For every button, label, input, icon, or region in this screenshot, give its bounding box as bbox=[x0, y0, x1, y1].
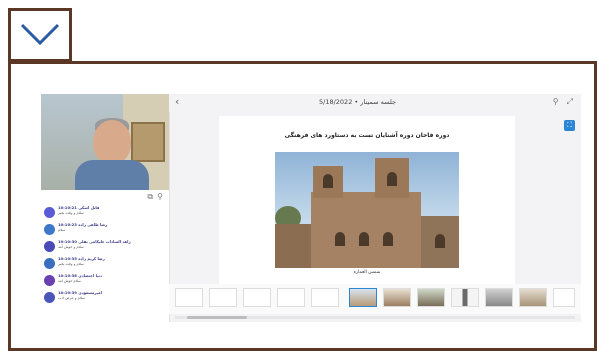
slide-thumbnail[interactable] bbox=[485, 288, 513, 307]
chevron-down-icon bbox=[20, 23, 60, 46]
webcam-video bbox=[41, 94, 169, 190]
avatar bbox=[44, 275, 55, 286]
chat-message: زاهد السادات علیکامی نفلی 10:10:30 سلام … bbox=[41, 238, 169, 255]
chat-message: رضا کریم زاده 10:10:35 سلام و وقت بخیر bbox=[41, 255, 169, 272]
slide-caption: شمس العماره bbox=[353, 270, 381, 275]
chat-message: امیرمسعودی 10:10:39 سلام و عرض ادب bbox=[41, 289, 169, 306]
slide-thumbnail[interactable] bbox=[553, 288, 575, 307]
content-frame: ⧉ ⚲ فاتل اسکی 10:10:21 سلام و وقت بخیر رض… bbox=[8, 61, 597, 351]
slide-thumbnails bbox=[169, 284, 581, 314]
chat-message: دنیا اعتضادی 10:10:38 سلام خوش امد bbox=[41, 272, 169, 289]
slide-title: دوره فاخان دوره آشنایان تست به دستاورد ه… bbox=[284, 132, 450, 139]
avatar bbox=[44, 207, 55, 218]
avatar bbox=[44, 224, 55, 235]
slide-thumbnail[interactable] bbox=[175, 288, 203, 307]
slide-thumbnail[interactable] bbox=[417, 288, 445, 307]
palace-photo bbox=[275, 152, 459, 268]
chevron-left-icon[interactable]: ‹ bbox=[175, 95, 179, 109]
chat-message: رضا طاهی زاده 10:10:23 سلام bbox=[41, 221, 169, 238]
slide-thumbnail[interactable] bbox=[383, 288, 411, 307]
copy-icon[interactable]: ⧉ bbox=[147, 192, 153, 201]
presenter-face bbox=[93, 120, 131, 164]
avatar bbox=[44, 292, 55, 303]
search-icon[interactable]: ⚲ bbox=[157, 192, 163, 201]
slide-thumbnail[interactable] bbox=[209, 288, 237, 307]
slide-thumbnail[interactable] bbox=[519, 288, 547, 307]
search-icon[interactable]: ⚲ bbox=[553, 97, 559, 106]
chat-list: فاتل اسکی 10:10:21 سلام و وقت بخیر رضا ط… bbox=[41, 204, 169, 306]
thumbnail-scrollbar[interactable] bbox=[175, 316, 575, 319]
slide-thumbnail[interactable] bbox=[311, 288, 339, 307]
presentation-area: ‹ 5/18/2022 • جلسه سمینار ⚲ ⤢ ⛶ دوره فاخا… bbox=[169, 94, 581, 322]
avatar bbox=[44, 258, 55, 269]
viewer-toolbar: ‹ 5/18/2022 • جلسه سمینار ⚲ ⤢ bbox=[169, 94, 581, 112]
expand-icon[interactable]: ⤢ bbox=[567, 97, 573, 106]
chat-toolbar: ⧉ ⚲ bbox=[41, 192, 169, 202]
chat-message: فاتل اسکی 10:10:21 سلام و وقت بخیر bbox=[41, 204, 169, 221]
screenshot: ⧉ ⚲ فاتل اسکی 10:10:21 سلام و وقت بخیر رض… bbox=[41, 94, 581, 322]
collapse-toggle[interactable] bbox=[8, 8, 72, 62]
avatar bbox=[44, 241, 55, 252]
slide-thumbnail[interactable] bbox=[451, 288, 479, 307]
slide-thumbnail[interactable] bbox=[349, 288, 377, 307]
meeting-title: 5/18/2022 • جلسه سمینار bbox=[319, 98, 397, 106]
current-slide: دوره فاخان دوره آشنایان تست به دستاورد ه… bbox=[219, 116, 515, 284]
slide-thumbnail[interactable] bbox=[277, 288, 305, 307]
scrollbar-thumb[interactable] bbox=[187, 316, 247, 319]
fullscreen-button[interactable]: ⛶ bbox=[564, 120, 575, 131]
slide-thumbnail[interactable] bbox=[243, 288, 271, 307]
sidebar-panel: ⧉ ⚲ فاتل اسکی 10:10:21 سلام و وقت بخیر رض… bbox=[41, 94, 170, 322]
